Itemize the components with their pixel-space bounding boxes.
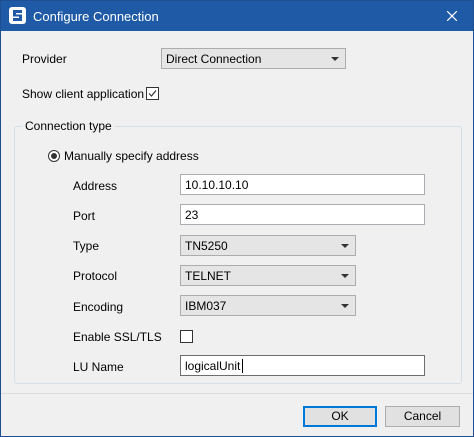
protocol-select[interactable]: TELNET [180, 265, 356, 286]
address-value: 10.10.10.10 [185, 178, 249, 192]
text-caret [242, 359, 243, 373]
ssl-checkbox[interactable] [180, 330, 193, 343]
checkmark-icon [148, 90, 157, 97]
port-input[interactable]: 23 [180, 204, 425, 225]
encoding-select-value: IBM037 [185, 299, 227, 313]
manual-address-radio[interactable] [48, 150, 60, 162]
chevron-down-icon [331, 57, 339, 61]
type-select[interactable]: TN5250 [180, 235, 356, 256]
chevron-down-icon [341, 304, 349, 308]
type-label: Type [73, 239, 100, 253]
lu-name-value: logicalUnit [185, 359, 241, 373]
encoding-label: Encoding [73, 300, 124, 314]
port-value: 23 [185, 208, 199, 222]
protocol-label: Protocol [73, 269, 118, 283]
provider-select[interactable]: Direct Connection [161, 48, 346, 69]
address-input[interactable]: 10.10.10.10 [180, 174, 425, 195]
chevron-down-icon [341, 244, 349, 248]
encoding-select[interactable]: IBM037 [180, 295, 356, 316]
connection-type-legend: Connection type [22, 119, 115, 133]
footer-separator [1, 393, 473, 394]
manual-address-label[interactable]: Manually specify address [64, 149, 199, 163]
chevron-down-icon [341, 274, 349, 278]
provider-select-value: Direct Connection [166, 52, 262, 66]
app-logo-icon [9, 7, 26, 24]
show-client-checkbox[interactable] [146, 87, 159, 100]
provider-label: Provider [22, 52, 67, 66]
dialog-body: Provider Direct Connection Show client a… [1, 31, 473, 436]
ok-button[interactable]: OK [303, 406, 377, 427]
radio-selected-dot [51, 153, 57, 159]
title-bar[interactable]: Configure Connection [1, 1, 473, 31]
close-button[interactable] [431, 1, 473, 31]
lu-name-label: LU Name [73, 360, 124, 374]
cancel-button[interactable]: Cancel [385, 406, 460, 427]
ssl-label: Enable SSL/TLS [73, 330, 162, 344]
type-select-value: TN5250 [185, 239, 228, 253]
port-label: Port [73, 209, 96, 223]
close-icon [447, 11, 457, 21]
show-client-label: Show client application [22, 87, 145, 101]
window-title: Configure Connection [33, 9, 159, 24]
address-label: Address [73, 179, 118, 193]
lu-name-input[interactable]: logicalUnit [180, 355, 425, 376]
protocol-select-value: TELNET [185, 269, 232, 283]
configure-connection-dialog: Configure Connection Provider Direct Con… [0, 0, 474, 437]
